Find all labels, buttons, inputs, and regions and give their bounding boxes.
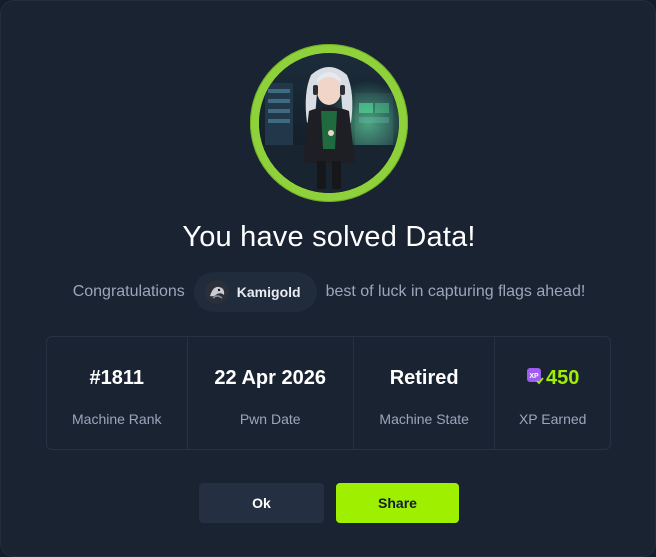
- ok-button[interactable]: Ok: [199, 483, 324, 523]
- congrats-suffix: best of luck in capturing flags ahead!: [325, 283, 586, 300]
- stats-panel: #1811 Machine Rank 22 Apr 2026 Pwn Date …: [46, 336, 611, 450]
- user-avatar-icon: [204, 280, 229, 304]
- congratulations-row: Congratulations Kamigold best of luck in…: [1, 272, 656, 312]
- stat-machine-rank: #1811 Machine Rank: [47, 337, 188, 449]
- page-title: You have solved Data!: [182, 221, 476, 253]
- stat-value: 450: [546, 367, 580, 389]
- congrats-prefix: Congratulations: [72, 283, 185, 300]
- solved-modal: You have solved Data! Congratulations Ka…: [0, 0, 656, 557]
- stat-label: Machine Rank: [72, 411, 162, 427]
- share-button[interactable]: Share: [336, 483, 459, 523]
- stat-machine-state: Retired Machine State: [354, 337, 496, 449]
- machine-avatar-ring: [250, 44, 408, 202]
- stat-xp-earned: XP 450 XP Earned: [495, 337, 610, 449]
- xp-icon: XP: [526, 367, 544, 390]
- stat-value: Retired: [389, 367, 459, 389]
- svg-text:XP: XP: [529, 373, 539, 380]
- stat-label: Machine State: [379, 411, 469, 427]
- stat-value: #1811: [89, 367, 144, 389]
- stat-label: XP Earned: [518, 411, 587, 427]
- stat-value: 22 Apr 2026: [214, 367, 326, 389]
- username: Kamigold: [236, 284, 301, 300]
- user-chip[interactable]: Kamigold: [193, 272, 317, 312]
- xp-value-wrap: XP 450: [495, 367, 610, 390]
- stat-label: Pwn Date: [239, 411, 301, 427]
- machine-avatar-icon: [259, 53, 399, 193]
- stat-pwn-date: 22 Apr 2026 Pwn Date: [188, 337, 354, 449]
